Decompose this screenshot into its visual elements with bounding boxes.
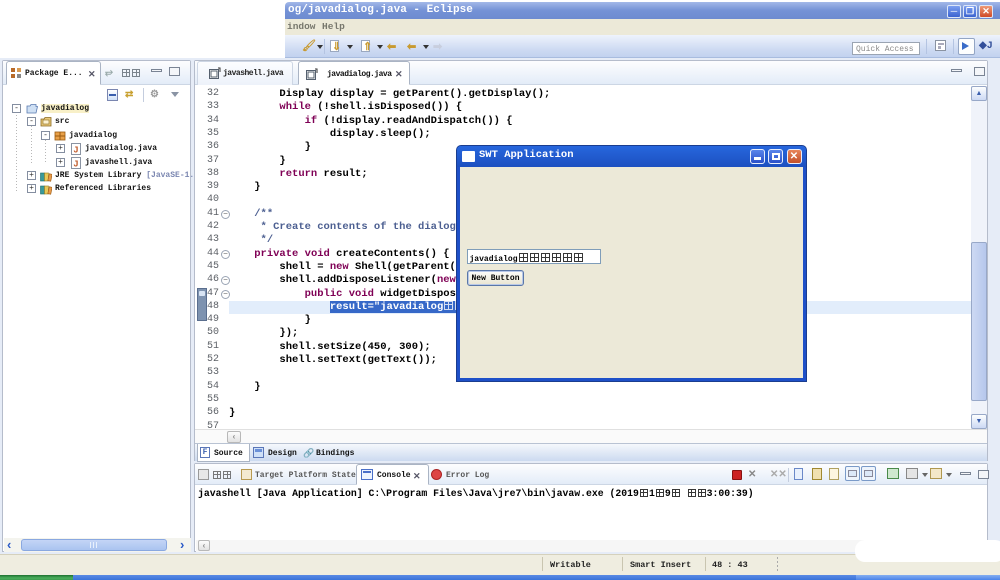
svg-text:J: J: [73, 146, 78, 156]
svg-text:J: J: [73, 159, 78, 169]
